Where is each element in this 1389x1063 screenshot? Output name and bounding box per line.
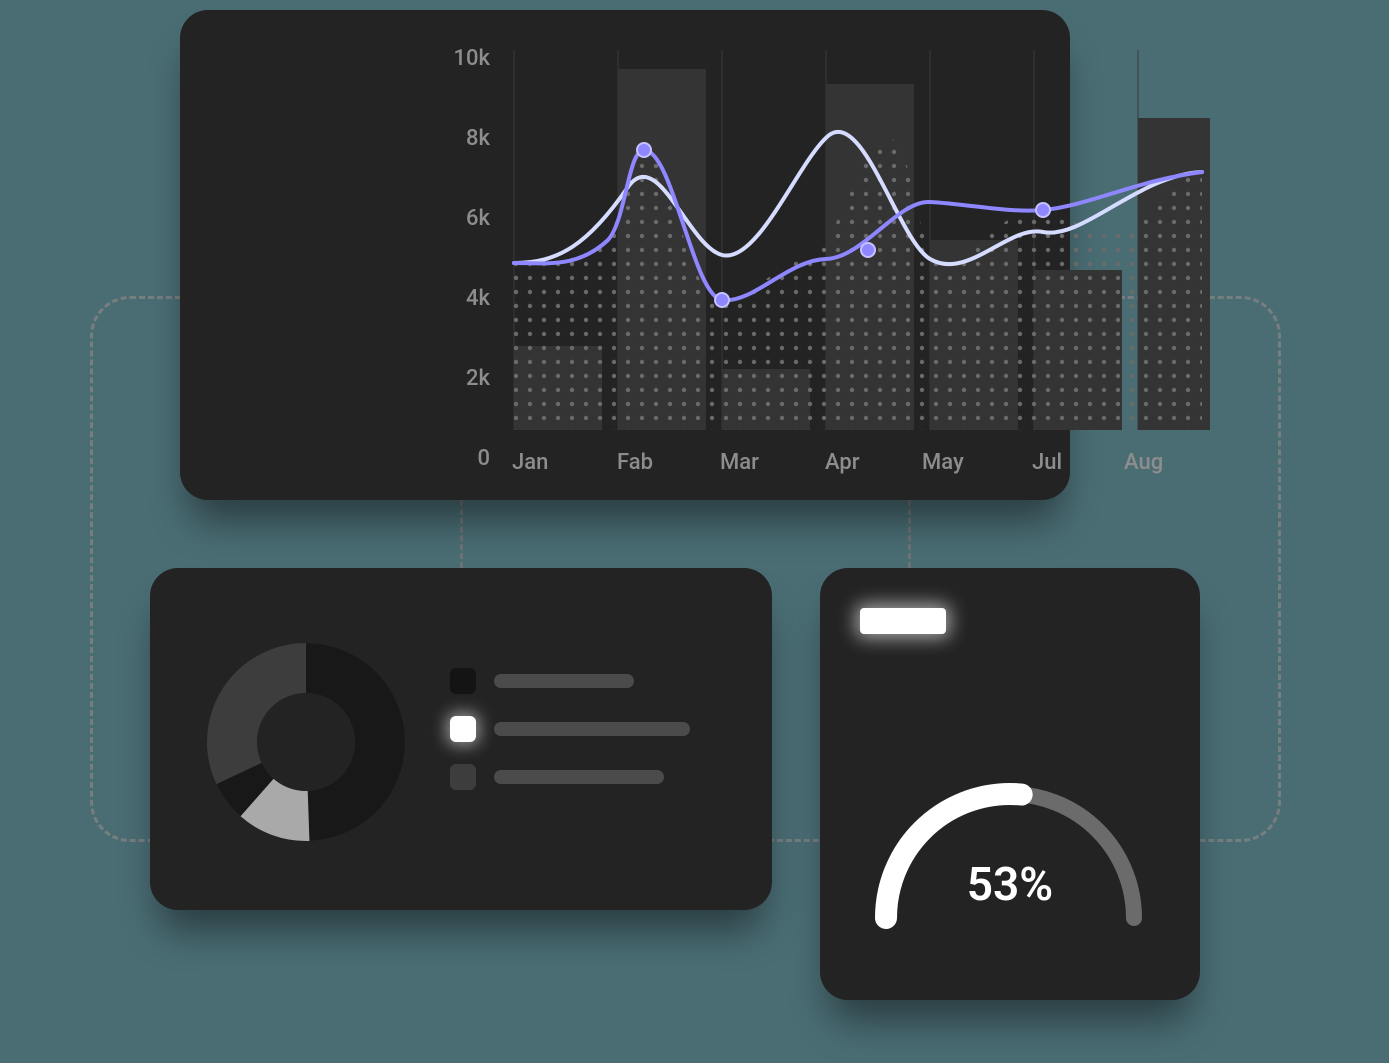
legend-swatch-white (450, 716, 476, 742)
y-tick-10k: 10k (430, 46, 490, 71)
x-tick-fab: Fab (617, 450, 653, 475)
donut-chart (206, 642, 406, 842)
x-tick-aug: Aug (1124, 450, 1163, 475)
dashed-connector-line (908, 500, 911, 568)
x-tick-apr: Apr (825, 450, 860, 475)
legend-bar (494, 722, 690, 736)
gauge-title-placeholder (860, 608, 946, 634)
combo-chart-card: 10k 8k 6k 4k 2k 0 Jan Fab Mar Apr May Ju… (180, 10, 1070, 500)
x-tick-jul: Jul (1032, 450, 1062, 475)
x-tick-mar: Mar (720, 450, 759, 475)
legend-swatch-dark (450, 668, 476, 694)
legend-row (450, 668, 690, 694)
legend-swatch-grey (450, 764, 476, 790)
legend-row (450, 716, 690, 742)
donut-chart-card (150, 568, 772, 910)
dashed-connector-line (460, 500, 463, 568)
y-tick-2k: 2k (430, 366, 490, 391)
x-tick-may: May (922, 450, 964, 475)
combo-chart-plot (498, 50, 1210, 430)
y-tick-0: 0 (430, 446, 490, 471)
donut-legend (450, 668, 690, 812)
x-tick-jan: Jan (512, 450, 548, 475)
gauge-percentage: 53% (820, 858, 1200, 912)
gauge-card: 53% (820, 568, 1200, 1000)
y-tick-6k: 6k (430, 206, 490, 231)
y-tick-8k: 8k (430, 126, 490, 151)
y-tick-4k: 4k (430, 286, 490, 311)
legend-row (450, 764, 690, 790)
legend-bar (494, 770, 664, 784)
legend-bar (494, 674, 634, 688)
